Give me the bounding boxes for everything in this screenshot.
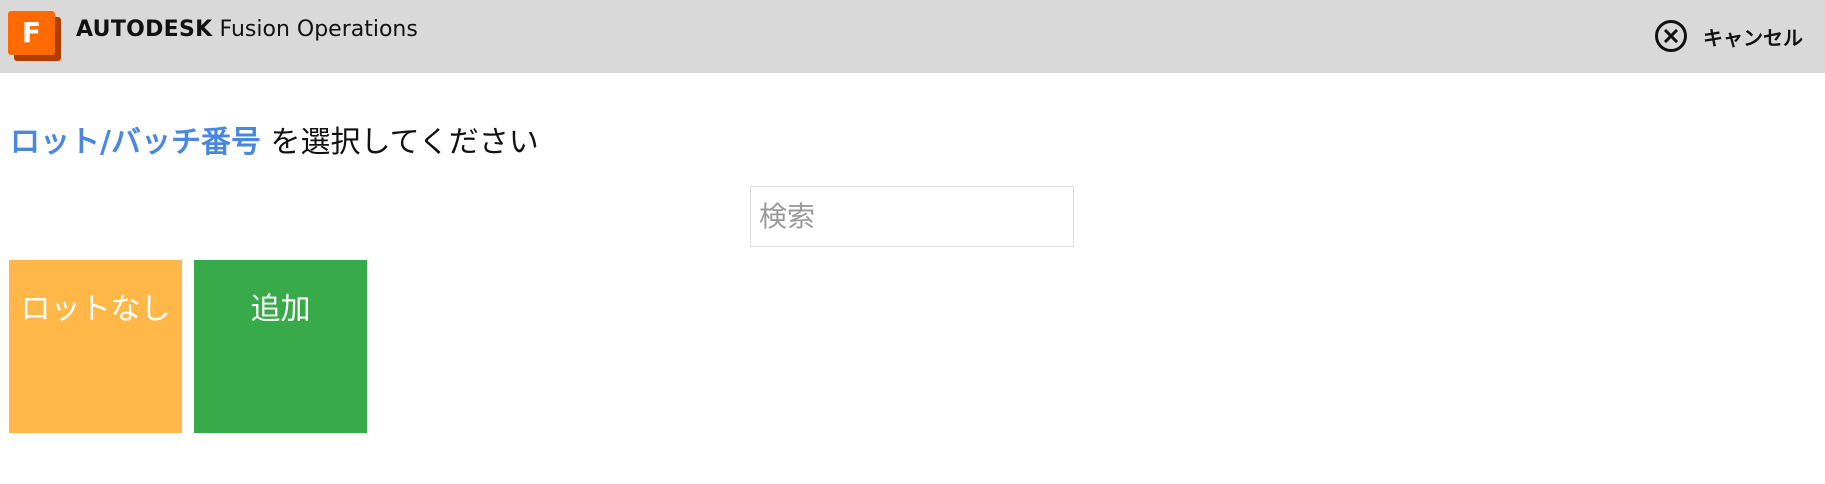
product-name: Fusion Operations xyxy=(212,17,418,42)
title-highlight: ロット/バッチ番号 xyxy=(10,125,261,160)
brand-name: AUTODESK xyxy=(76,17,213,42)
no-lot-button[interactable]: ロットなし xyxy=(9,260,182,433)
fusion-logo-icon: F xyxy=(8,11,62,61)
top-bar: F AUTODESK Fusion Operations キャンセル xyxy=(0,0,1825,73)
app-title: AUTODESK Fusion Operations xyxy=(76,17,418,42)
page-title: ロット/バッチ番号 を選択してください xyxy=(10,117,539,161)
add-button[interactable]: 追加 xyxy=(194,260,367,433)
cancel-label: キャンセル xyxy=(1703,25,1803,50)
search-input[interactable] xyxy=(750,186,1074,247)
cancel-button[interactable]: キャンセル xyxy=(1655,16,1803,56)
title-rest: を選択してください xyxy=(260,125,539,160)
close-circle-icon xyxy=(1655,20,1687,52)
logo-letter: F xyxy=(8,11,55,55)
